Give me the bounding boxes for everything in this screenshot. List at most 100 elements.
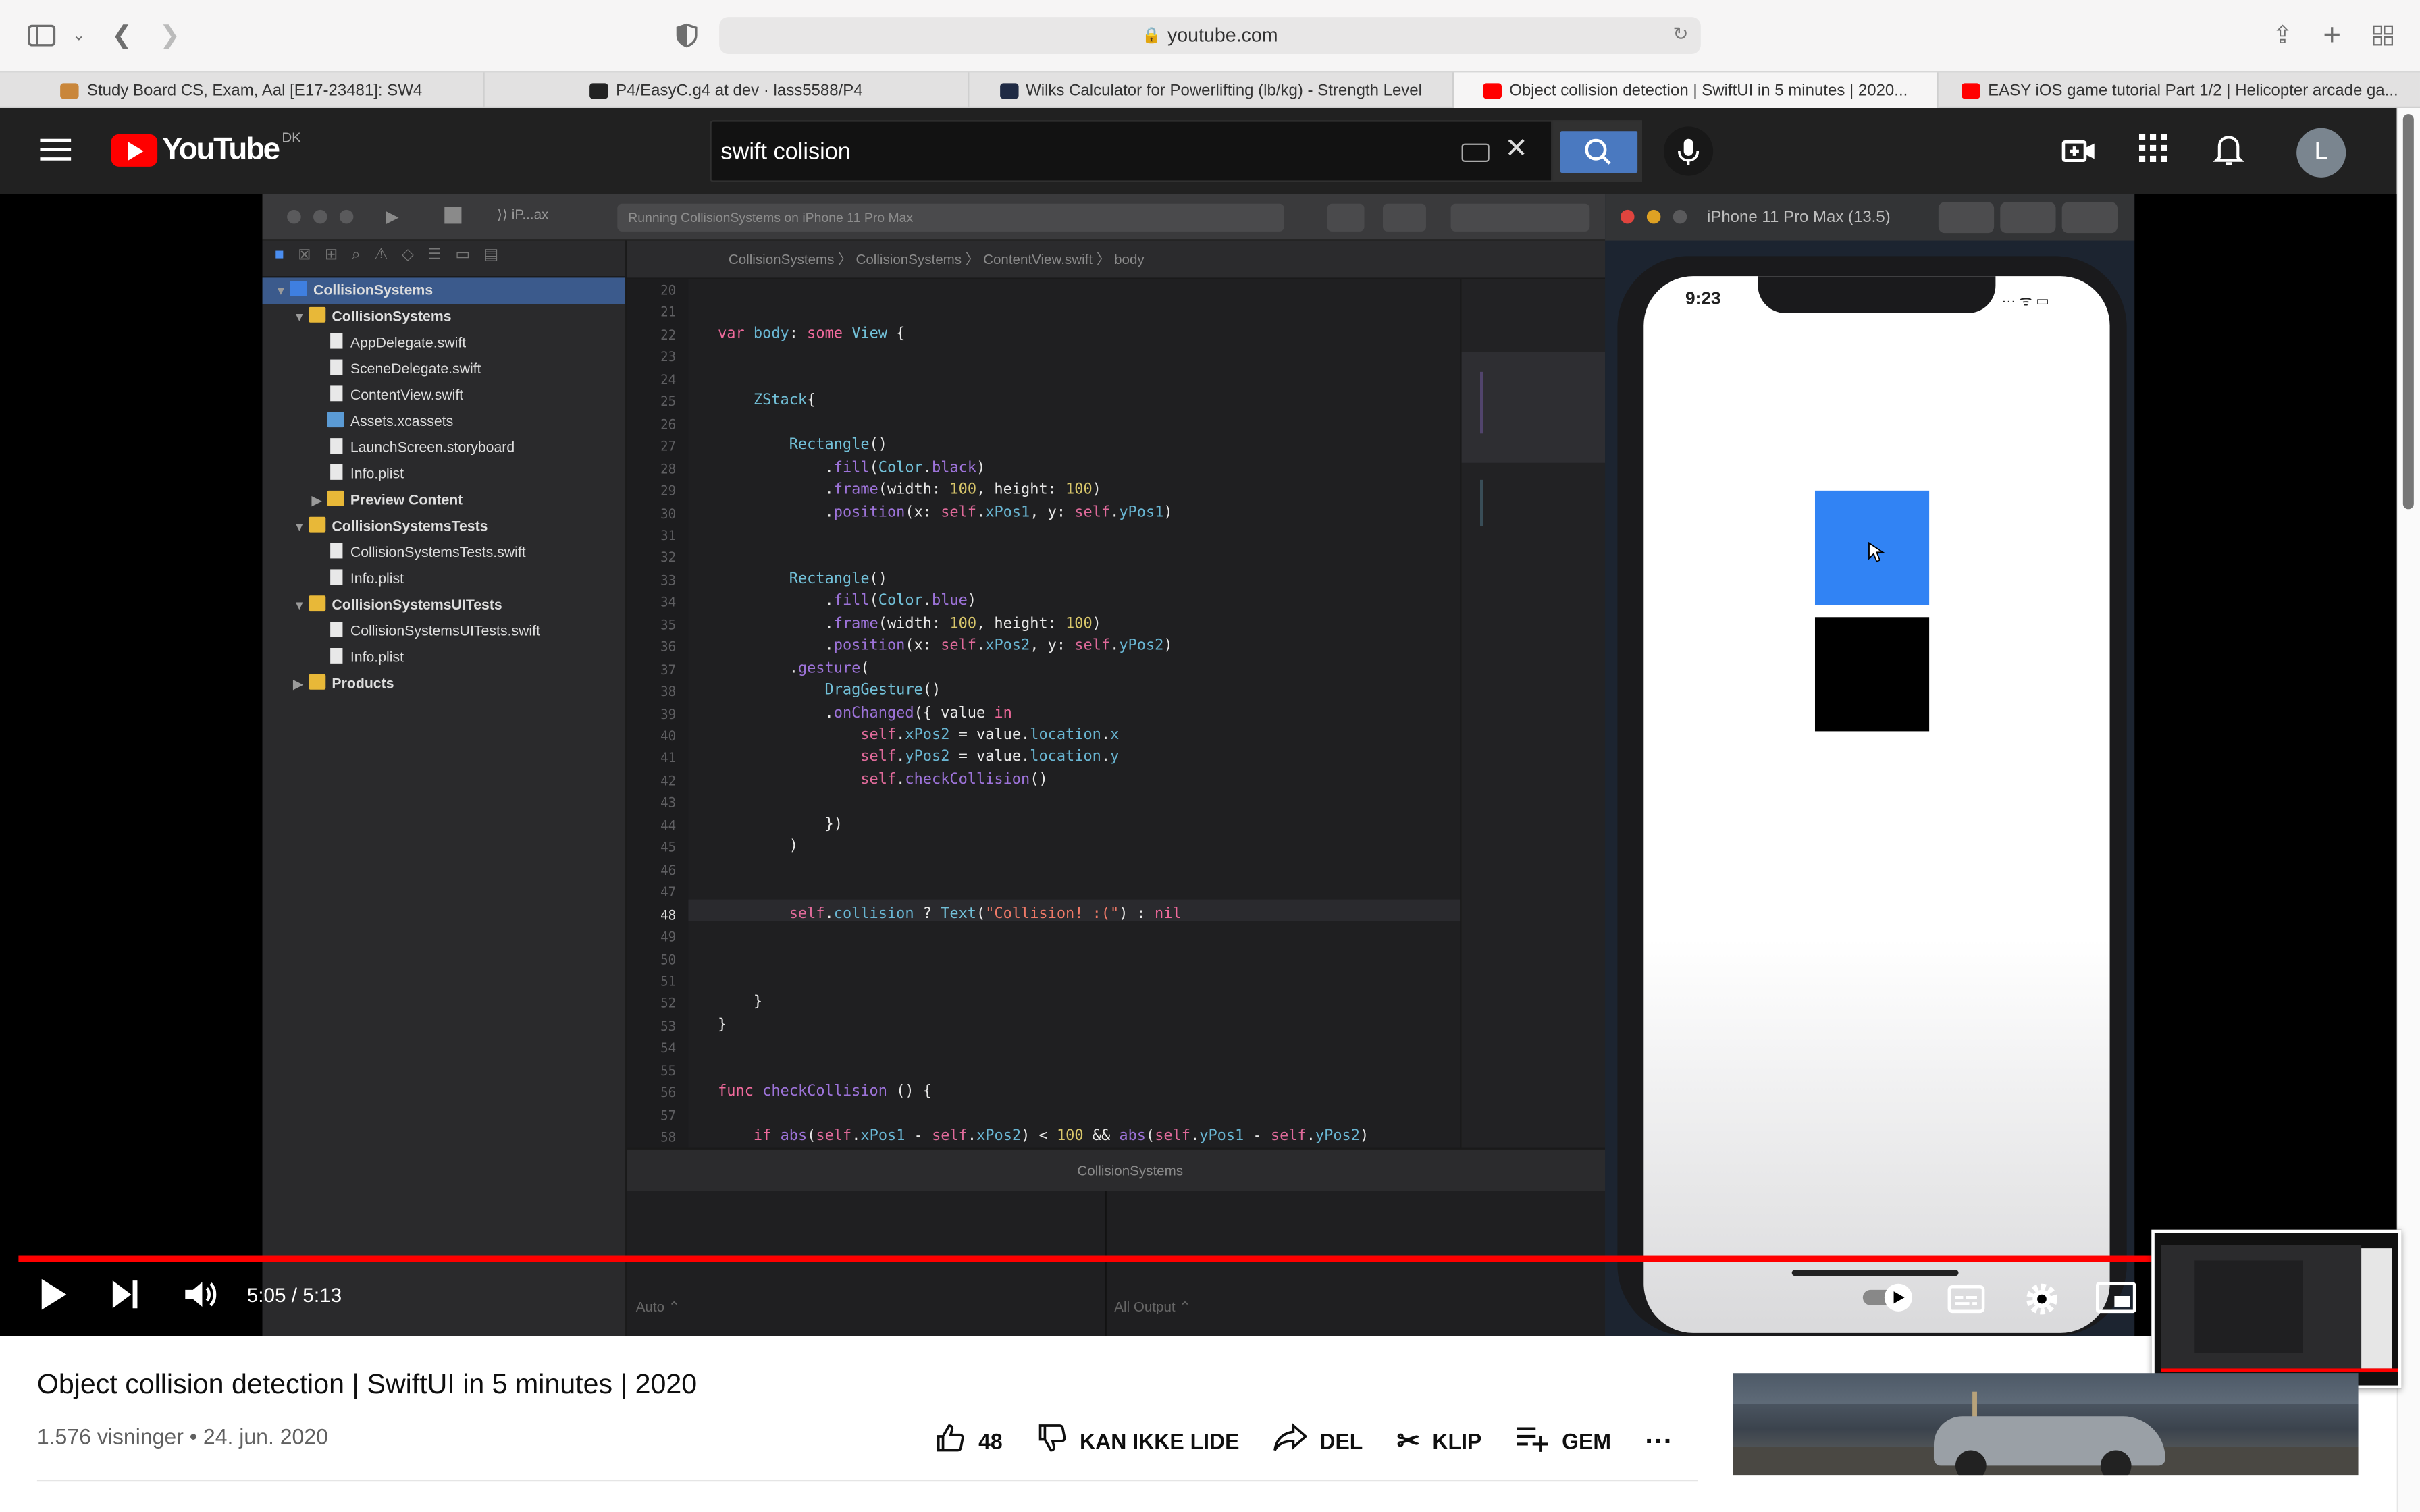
file-tree-item[interactable]: ▼ CollisionSystems — [263, 304, 625, 330]
line-number: 54 — [660, 1040, 677, 1056]
code-line: self.xPos2 = value.location.x — [860, 726, 1120, 744]
cursor-icon — [1868, 541, 1885, 563]
apps-icon[interactable] — [2134, 133, 2172, 170]
scheme-label: iP...ax — [511, 207, 549, 223]
line-number: 44 — [660, 817, 677, 833]
tab-5[interactable]: EASY iOS game tutorial Part 1/2 | Helico… — [1939, 72, 2420, 108]
tab-2[interactable]: P4/EasyC.g4 at dev · lass5588/P4 — [485, 72, 970, 108]
xcode-toolbar: ▶ ⟩⟩ iP...ax Running CollisionSystems on… — [262, 194, 1606, 241]
video-player[interactable]: ▶ ⟩⟩ iP...ax Running CollisionSystems on… — [0, 194, 2397, 1336]
logo-text: YouTube — [161, 132, 280, 167]
youtube-header: YouTube DK ✕ L — [0, 107, 2397, 194]
file-tree-item[interactable]: LaunchScreen.storyboard — [263, 435, 625, 462]
tab-4[interactable]: Object collision detection | SwiftUI in … — [1454, 72, 1939, 108]
file-icon — [330, 333, 343, 349]
file-tree-item[interactable]: CollisionSystemsTests.swift — [263, 540, 625, 566]
line-number: 58 — [660, 1129, 677, 1145]
file-tree-item[interactable]: CollisionSystemsUITests.swift — [263, 619, 625, 645]
file-tree-item[interactable]: ▼ CollisionSystems — [262, 277, 625, 304]
new-tab-icon[interactable]: + — [2315, 18, 2349, 52]
address-bar[interactable]: 🔒 youtube.com ↻ — [719, 17, 1701, 54]
line-number: 24 — [660, 371, 677, 387]
microphone-icon[interactable] — [1663, 126, 1714, 176]
file-tree-item[interactable]: Info.plist — [263, 645, 625, 671]
code-line: DragGesture() — [824, 682, 941, 699]
ad-banner[interactable] — [1733, 1373, 2359, 1476]
file-tree-item[interactable]: AppDelegate.swift — [263, 330, 625, 356]
reload-icon[interactable]: ↻ — [1673, 23, 1689, 45]
tab-favicon-icon — [589, 82, 608, 99]
share-button[interactable]: DEL — [1273, 1422, 1363, 1460]
tab-label: Object collision detection | SwiftUI in … — [1509, 80, 1908, 100]
file-tree-item[interactable]: Info.plist — [263, 461, 625, 487]
line-number: 21 — [660, 304, 677, 321]
file-tree-item[interactable]: Info.plist — [263, 566, 625, 593]
save-button[interactable]: GEM — [1516, 1422, 1611, 1460]
file-tree-label: LaunchScreen.storyboard — [350, 439, 515, 456]
code-line: .frame(width: 100, height: 100) — [682, 481, 1101, 499]
line-number: 45 — [660, 839, 677, 855]
back-icon[interactable]: ❮ — [105, 18, 138, 52]
file-tree-label: Preview Content — [350, 492, 463, 508]
clip-label: KLIP — [1432, 1428, 1482, 1454]
line-number: 25 — [660, 394, 677, 410]
menu-icon[interactable] — [40, 138, 72, 161]
scrollbar-thumb[interactable] — [2402, 114, 2414, 510]
line-number: 42 — [660, 772, 677, 788]
more-actions-button[interactable]: ··· — [1645, 1425, 1673, 1457]
file-tree-item[interactable]: Assets.xcassets — [263, 409, 625, 435]
like-button[interactable]: 48 — [935, 1422, 1003, 1460]
preview-thumbnail[interactable] — [2151, 1229, 2402, 1389]
volume-button[interactable] — [180, 1274, 220, 1322]
search-input[interactable] — [720, 134, 1431, 169]
file-tree-item[interactable]: ▶ Products — [263, 671, 625, 697]
privacy-shield-icon[interactable] — [670, 18, 704, 52]
settings-icon[interactable] — [2024, 1280, 2061, 1325]
like-count: 48 — [978, 1428, 1003, 1454]
tab-3[interactable]: Wilks Calculator for Powerlifting (lb/kg… — [969, 72, 1454, 108]
search-box: ✕ — [710, 120, 1553, 182]
black-rectangle — [1814, 617, 1930, 732]
chevron-down-icon[interactable]: ⌄ — [61, 18, 95, 52]
notifications-icon[interactable] — [2210, 133, 2247, 170]
search-button[interactable] — [1552, 120, 1642, 182]
meta-separator: • — [189, 1424, 197, 1449]
disclosure-icon: ▼ — [274, 284, 287, 298]
progress-bar[interactable] — [18, 1256, 2379, 1262]
file-tree-item[interactable]: ▶ Preview Content — [263, 487, 625, 514]
clear-search-icon[interactable]: ✕ — [1505, 133, 1528, 165]
clip-button[interactable]: ✂ KLIP — [1397, 1425, 1482, 1457]
sidebar-toggle-icon[interactable] — [25, 18, 59, 52]
subtitles-button[interactable] — [1947, 1284, 1985, 1322]
code-line: self.collision ? Text("Collision! :(") :… — [789, 905, 1182, 922]
dislike-button[interactable]: KAN IKKE LIDE — [1036, 1422, 1239, 1460]
line-number: 23 — [660, 349, 677, 365]
file-tree-item[interactable]: ContentView.swift — [263, 383, 625, 409]
home-icon — [2000, 202, 2056, 234]
create-video-icon[interactable] — [2060, 133, 2097, 170]
autoplay-toggle[interactable] — [1860, 1280, 1918, 1322]
file-tree-item[interactable]: SceneDelegate.swift — [263, 356, 625, 383]
youtube-logo[interactable]: YouTube DK — [111, 129, 301, 169]
code-line: .fill(Color.blue) — [682, 593, 977, 610]
file-icon — [330, 543, 343, 559]
keyboard-icon[interactable] — [1461, 143, 1490, 162]
code-line: }) — [682, 815, 843, 833]
disclosure-icon: ▼ — [293, 310, 306, 324]
tab-label: Wilks Calculator for Powerlifting (lb/kg… — [1026, 80, 1422, 100]
play-button[interactable] — [37, 1274, 71, 1322]
share-arrow-icon — [1273, 1422, 1308, 1460]
file-icon — [330, 385, 343, 402]
forward-icon[interactable]: ❯ — [153, 18, 186, 52]
avatar[interactable]: L — [2296, 128, 2346, 178]
file-tree-item[interactable]: ▼ CollisionSystemsUITests — [263, 593, 625, 619]
simulator-title-bar: iPhone 11 Pro Max (13.5) — [1605, 194, 2135, 241]
next-button[interactable] — [108, 1274, 145, 1322]
miniplayer-button[interactable] — [2095, 1280, 2136, 1322]
file-tree-item[interactable]: ▼ CollisionSystemsTests — [263, 514, 625, 540]
tab-1[interactable]: Study Board CS, Exam, Aal [E17-23481]: S… — [0, 72, 485, 108]
debug-bar: CollisionSystems — [626, 1148, 1606, 1191]
tab-overview-icon[interactable] — [2366, 18, 2400, 52]
share-icon[interactable]: ⇪ — [2265, 18, 2299, 52]
tab-bar: Study Board CS, Exam, Aal [E17-23481]: S… — [0, 71, 2420, 108]
